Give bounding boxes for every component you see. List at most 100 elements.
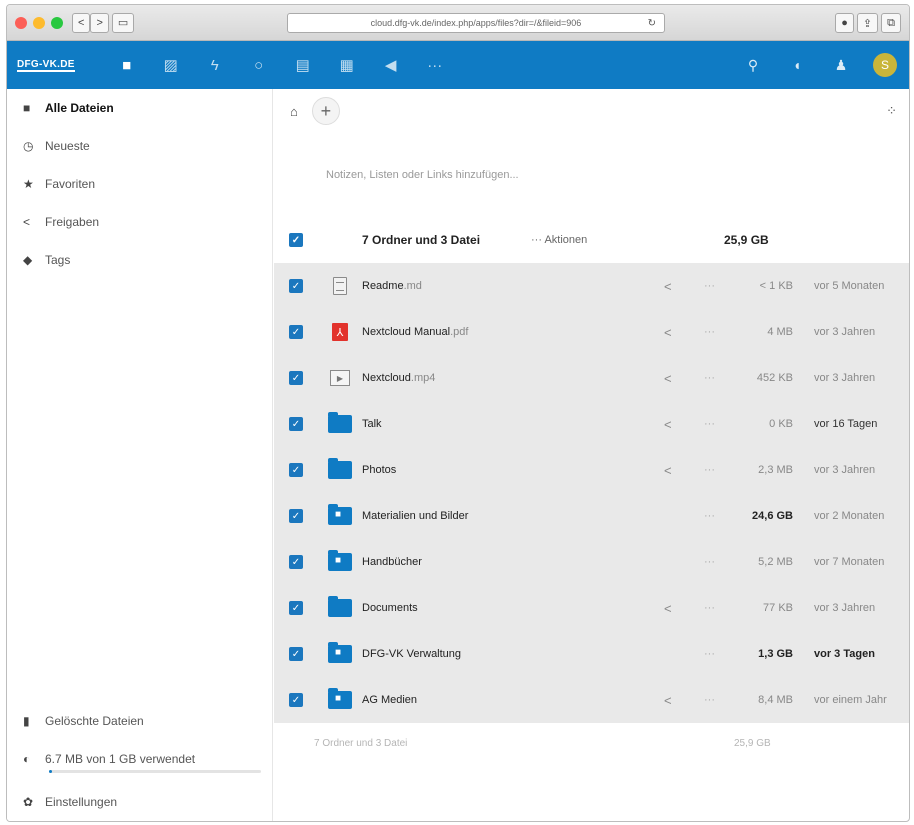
share-page-button[interactable]: ⇪ bbox=[856, 13, 879, 33]
table-row[interactable]: ✓ Talk < ··· 0 KB vor 16 Tagen bbox=[274, 401, 909, 447]
file-name[interactable]: Nextcloud.mp4 bbox=[362, 372, 435, 384]
activity-app-icon[interactable]: ϟ bbox=[193, 57, 237, 74]
file-name[interactable]: Photos bbox=[362, 464, 396, 476]
row-checkbox[interactable]: ✓ bbox=[289, 601, 303, 615]
more-actions-icon[interactable]: ··· bbox=[704, 694, 715, 706]
share-icon[interactable]: < bbox=[664, 325, 672, 340]
more-apps-icon[interactable]: ··· bbox=[413, 57, 457, 74]
file-name[interactable]: Talk bbox=[362, 418, 382, 430]
table-row[interactable]: ✓ Photos < ··· 2,3 MB vor 3 Jahren bbox=[274, 447, 909, 493]
more-actions-icon[interactable]: ··· bbox=[704, 418, 715, 430]
shared-folder-icon-shape bbox=[328, 550, 352, 571]
row-checkbox[interactable]: ✓ bbox=[289, 509, 303, 523]
table-row[interactable]: ✓ Readme.md < ··· < 1 KB vor 5 Monaten bbox=[274, 263, 909, 309]
sidebar-item-shares[interactable]: < Freigaben bbox=[7, 203, 272, 241]
grid-view-icon[interactable]: ⁘ bbox=[886, 103, 897, 119]
file-name[interactable]: Handbücher bbox=[362, 556, 422, 568]
sidebar-item-tags[interactable]: ◆ Tags bbox=[7, 241, 272, 279]
row-checkbox[interactable]: ✓ bbox=[289, 417, 303, 431]
select-all-checkbox[interactable]: ✓ bbox=[289, 233, 303, 247]
more-actions-icon[interactable]: ··· bbox=[704, 556, 715, 568]
table-footer: 7 Ordner und 3 Datei 25,9 GB bbox=[274, 723, 909, 763]
more-actions-icon[interactable]: ··· bbox=[704, 648, 715, 660]
rich-workspace-notes[interactable]: Notizen, Listen oder Links hinzufügen... bbox=[274, 133, 909, 217]
share-icon[interactable]: < bbox=[664, 417, 672, 432]
more-actions-icon[interactable]: ··· bbox=[704, 510, 715, 522]
share-icon[interactable]: < bbox=[664, 463, 672, 478]
sidebar-toggle-button[interactable]: ▭ bbox=[111, 12, 135, 33]
reload-icon[interactable]: ↻ bbox=[648, 18, 656, 29]
sidebar-item-trash[interactable]: ▮ Gelöschte Dateien bbox=[7, 702, 272, 740]
extension-button[interactable]: ● bbox=[835, 13, 854, 33]
file-size: 77 KB bbox=[763, 602, 793, 614]
back-button[interactable]: < bbox=[72, 12, 91, 33]
new-file-button[interactable]: + bbox=[311, 97, 340, 125]
sidebar-item-favorites[interactable]: ★ Favoriten bbox=[7, 165, 272, 203]
shared-folder-icon-shape bbox=[328, 688, 352, 709]
header-right: ⚲ ◖ ♟ S bbox=[731, 53, 897, 77]
file-extension: .pdf bbox=[450, 326, 469, 338]
sidebar-item-all-files[interactable]: ■ Alle Dateien bbox=[7, 89, 272, 127]
share-icon[interactable]: < bbox=[664, 279, 672, 294]
total-size: 25,9 GB bbox=[724, 233, 769, 247]
row-checkbox[interactable]: ✓ bbox=[289, 325, 303, 339]
row-checkbox[interactable]: ✓ bbox=[289, 693, 303, 707]
sidebar-bottom: ▮ Gelöschte Dateien ◐ 6.7 MB von 1 GB ve… bbox=[7, 702, 272, 821]
close-window-button[interactable] bbox=[15, 16, 27, 29]
logo[interactable]: DFG-VK.DE bbox=[17, 59, 75, 72]
table-row[interactable]: ✓ AG Medien < ··· 8,4 MB vor einem Jahr bbox=[274, 677, 909, 723]
zoom-window-button[interactable] bbox=[51, 16, 63, 29]
more-actions-icon[interactable]: ··· bbox=[704, 372, 715, 384]
table-row[interactable]: ✓ ▶ Nextcloud.mp4 < ··· 452 KB vor 3 Jahren bbox=[274, 355, 909, 401]
search-icon[interactable]: ⚲ bbox=[731, 57, 775, 74]
table-row[interactable]: ✓ DFG-VK Verwaltung ··· 1,3 GB vor 3 Tagen bbox=[274, 631, 909, 677]
files-app-icon[interactable]: ■ bbox=[105, 57, 149, 74]
photos-app-icon[interactable]: ▨ bbox=[149, 56, 193, 74]
folder-icon bbox=[328, 458, 352, 480]
row-checkbox[interactable]: ✓ bbox=[289, 463, 303, 477]
row-checkbox[interactable]: ✓ bbox=[289, 371, 303, 385]
row-checkbox[interactable]: ✓ bbox=[289, 279, 303, 293]
file-name[interactable]: Readme.md bbox=[362, 280, 422, 292]
more-actions-icon[interactable]: ··· bbox=[704, 464, 715, 476]
url-text: cloud.dfg-vk.de/index.php/apps/files?dir… bbox=[370, 18, 582, 28]
notifications-icon[interactable]: ◖ bbox=[775, 57, 819, 73]
table-row[interactable]: ✓ Handbücher ··· 5,2 MB vor 7 Monaten bbox=[274, 539, 909, 585]
contacts-icon[interactable]: ♟ bbox=[819, 57, 863, 74]
circle-app-icon[interactable]: ○ bbox=[237, 57, 281, 74]
more-actions-icon[interactable]: ··· bbox=[704, 602, 715, 614]
table-row[interactable]: ✓ Documents < ··· 77 KB vor 3 Jahren bbox=[274, 585, 909, 631]
tag-icon: ◆ bbox=[23, 253, 33, 267]
file-name[interactable]: DFG-VK Verwaltung bbox=[362, 648, 461, 660]
sidebar-item-recent[interactable]: ◷ Neueste bbox=[7, 127, 272, 165]
deck-app-icon[interactable]: ▦ bbox=[325, 56, 369, 74]
actions-menu-button[interactable]: ··· Aktionen bbox=[531, 234, 587, 246]
more-actions-icon[interactable]: ··· bbox=[704, 280, 715, 292]
file-modified: vor 16 Tagen bbox=[814, 418, 878, 430]
calendar-app-icon[interactable]: ▤ bbox=[281, 56, 325, 74]
quota-label: 6.7 MB von 1 GB verwendet bbox=[45, 752, 196, 766]
row-checkbox[interactable]: ✓ bbox=[289, 555, 303, 569]
file-basename: Nextcloud Manual bbox=[362, 326, 451, 338]
share-icon[interactable]: < bbox=[664, 371, 672, 386]
row-checkbox[interactable]: ✓ bbox=[289, 647, 303, 661]
video-icon-shape: ▶ bbox=[330, 370, 350, 386]
home-icon[interactable]: ⌂ bbox=[290, 104, 298, 119]
file-list-area: ⌂ + ⁘ Notizen, Listen oder Links hinzufü… bbox=[274, 89, 909, 821]
file-name[interactable]: AG Medien bbox=[362, 694, 417, 706]
tabs-overview-button[interactable]: ⧉ bbox=[881, 13, 901, 33]
avatar[interactable]: S bbox=[873, 53, 897, 77]
announcements-app-icon[interactable]: ◀ bbox=[369, 56, 413, 74]
share-icon[interactable]: < bbox=[664, 693, 672, 708]
share-icon[interactable]: < bbox=[664, 601, 672, 616]
file-name[interactable]: Materialien und Bilder bbox=[362, 510, 468, 522]
address-bar[interactable]: cloud.dfg-vk.de/index.php/apps/files?dir… bbox=[287, 13, 665, 33]
file-name[interactable]: Documents bbox=[362, 602, 418, 614]
table-row[interactable]: ✓ Materialien und Bilder ··· 24,6 GB vor 2 M… bbox=[274, 493, 909, 539]
table-row[interactable]: ✓ ⅄ Nextcloud Manual.pdf < ··· 4 MB vor 3 Jahr… bbox=[274, 309, 909, 355]
sidebar-item-settings[interactable]: ✿ Einstellungen bbox=[7, 783, 272, 821]
file-name[interactable]: Nextcloud Manual.pdf bbox=[362, 326, 468, 338]
more-actions-icon[interactable]: ··· bbox=[704, 326, 715, 338]
minimize-window-button[interactable] bbox=[33, 16, 45, 29]
forward-button[interactable]: > bbox=[90, 12, 109, 33]
